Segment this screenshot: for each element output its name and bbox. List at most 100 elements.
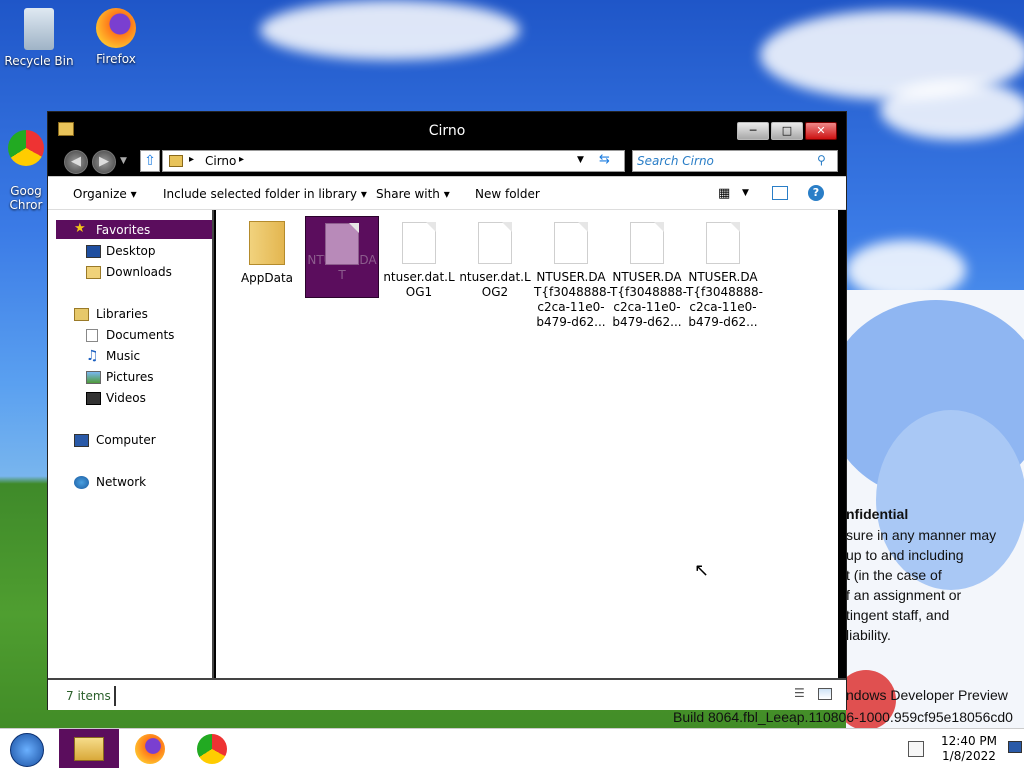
file-name: ntuser.dat.L OG1 [383, 270, 455, 299]
taskbar-firefox[interactable] [120, 729, 180, 768]
watermark-line-2: sure in any manner may [846, 527, 997, 543]
videos-icon [86, 392, 101, 405]
file-name: AppData [240, 271, 294, 285]
explorer-window: Cirno ─ □ ✕ ◀ ▶ ▼ ⇧ ▸ Cirno ▸ ▼ ⇆ ⚲ Orga… [47, 111, 847, 710]
nav-downloads[interactable]: Downloads [106, 265, 172, 279]
organize-button[interactable]: Organize ▾ [73, 187, 137, 201]
network-icon [74, 476, 89, 489]
file-icon [706, 222, 740, 264]
share-dropdown-icon: ▾ [443, 187, 450, 201]
maximize-button[interactable]: □ [771, 122, 803, 140]
start-button[interactable] [0, 729, 60, 768]
taskbar-chrome[interactable] [182, 729, 242, 768]
recycle-bin-label: Recycle Bin [4, 54, 74, 68]
address-row: ◀ ▶ ▼ ⇧ ▸ Cirno ▸ ▼ ⇆ ⚲ [48, 146, 846, 176]
item-count: 7 items [66, 689, 111, 703]
details-view-icon[interactable]: ☰ [794, 686, 805, 700]
file-name: ntuser.dat.L OG2 [459, 270, 531, 299]
pictures-icon [86, 371, 101, 384]
breadcrumb-chevron-icon[interactable]: ▸ [189, 154, 194, 165]
nav-libraries[interactable]: Libraries [96, 307, 148, 321]
clock[interactable]: 12:40 PM 1/8/2022 [930, 734, 1008, 764]
nav-favorites[interactable]: Favorites [96, 223, 150, 237]
forward-button[interactable]: ▶ [92, 150, 116, 174]
file-item[interactable]: ntuser.dat.L OG2 [458, 216, 532, 300]
minimize-button[interactable]: ─ [737, 122, 769, 140]
recent-pages-chevron-icon[interactable]: ▼ [120, 156, 127, 166]
share-with-button[interactable]: Share with ▾ [376, 187, 450, 201]
nav-documents[interactable]: Documents [106, 328, 174, 342]
watermark-line-8: ndows Developer Preview [846, 687, 1008, 703]
file-icon [478, 222, 512, 264]
nav-videos[interactable]: Videos [106, 391, 146, 405]
file-item-selected[interactable]: NTUSER.DA T [305, 216, 379, 298]
navigation-pane: ★ Favorites Desktop Downloads Libraries … [48, 210, 214, 678]
nav-desktop[interactable]: Desktop [106, 244, 156, 258]
firefox-shortcut[interactable]: Firefox [78, 8, 154, 66]
new-folder-button[interactable]: New folder [475, 187, 540, 201]
watermark-line-1: nfidential [846, 506, 909, 522]
file-item[interactable]: AppData [230, 216, 304, 286]
file-item[interactable]: NTUSER.DA T{f3048888- c2ca-11e0- b479-d6… [686, 216, 763, 330]
maximize-icon: □ [781, 124, 793, 137]
clock-time: 12:40 PM [941, 734, 997, 748]
file-name: NTUSER.DA T{f3048888- c2ca-11e0- b479-d6… [534, 270, 611, 329]
file-icon [554, 222, 588, 264]
explorer-icon [74, 737, 104, 761]
action-center-icon[interactable] [908, 741, 924, 757]
file-item[interactable]: NTUSER.DA T{f3048888- c2ca-11e0- b479-d6… [610, 216, 687, 330]
include-in-library-button[interactable]: Include selected folder in library ▾ [163, 187, 367, 201]
nav-computer[interactable]: Computer [96, 433, 156, 447]
search-box[interactable]: ⚲ [632, 150, 838, 172]
large-icons-view-icon[interactable] [818, 688, 832, 700]
downloads-icon [86, 266, 101, 279]
search-icon[interactable]: ⚲ [817, 153, 826, 167]
refresh-icon[interactable]: ⇆ [599, 152, 610, 167]
up-button[interactable]: ⇧ [140, 150, 160, 172]
path-chevron-icon[interactable]: ▸ [239, 154, 244, 165]
file-item[interactable]: NTUSER.DA T{f3048888- c2ca-11e0- b479-d6… [534, 216, 611, 330]
close-button[interactable]: ✕ [805, 122, 837, 140]
recycle-bin-icon [24, 8, 54, 50]
recycle-bin-shortcut[interactable]: Recycle Bin [1, 8, 77, 68]
nav-music[interactable]: Music [106, 349, 140, 363]
window-title: Cirno [428, 123, 466, 139]
file-list: AppData NTUSER.DA T ntuser.dat.L OG1 ntu… [216, 210, 838, 678]
watermark-line-3: up to and including [846, 547, 964, 563]
preview-pane-icon[interactable] [772, 186, 788, 200]
taskbar-explorer[interactable] [59, 729, 119, 768]
view-options-icon[interactable]: ▦ [718, 186, 730, 201]
address-path[interactable]: Cirno [205, 154, 236, 168]
address-dropdown-icon[interactable]: ▼ [577, 155, 584, 165]
file-icon [402, 222, 436, 264]
music-icon: ♫ [86, 348, 99, 364]
computer-icon [74, 434, 89, 447]
help-icon[interactable]: ? [808, 185, 824, 201]
clock-date: 1/8/2022 [942, 749, 996, 763]
watermark-line-6: tingent staff, and [846, 607, 950, 623]
folder-icon [249, 221, 285, 265]
back-button[interactable]: ◀ [64, 150, 88, 174]
chrome-icon [8, 130, 44, 166]
organize-label: Organize [73, 187, 127, 201]
title-bar[interactable]: Cirno ─ □ ✕ [48, 112, 846, 146]
share-label: Share with [376, 187, 440, 201]
file-icon [630, 222, 664, 264]
nav-pictures[interactable]: Pictures [106, 370, 154, 384]
address-bar[interactable]: ▸ Cirno ▸ ▼ ⇆ [162, 150, 625, 172]
file-item[interactable]: ntuser.dat.L OG1 [382, 216, 456, 300]
close-icon: ✕ [816, 124, 826, 137]
view-dropdown-icon[interactable]: ▼ [742, 188, 749, 198]
desktop-icon [86, 245, 101, 258]
nav-network[interactable]: Network [96, 475, 146, 489]
taskbar: 12:40 PM 1/8/2022 [0, 728, 1024, 768]
minimize-icon: ─ [749, 124, 757, 137]
watermark-line-4: t (in the case of [846, 567, 942, 583]
mouse-cursor-icon: ↖ [694, 560, 710, 581]
command-bar: Organize ▾ Include selected folder in li… [48, 176, 846, 210]
status-divider [114, 686, 116, 706]
file-icon [325, 223, 359, 265]
firefox-icon [135, 734, 165, 764]
show-desktop-icon[interactable] [1008, 741, 1022, 753]
search-input[interactable] [637, 153, 815, 169]
